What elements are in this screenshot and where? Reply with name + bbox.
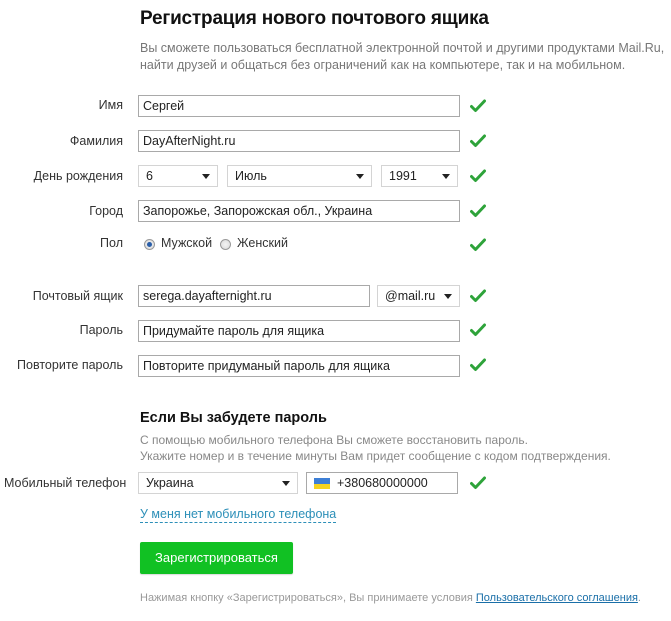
mailbox-domain-value: @mail.ru bbox=[385, 289, 436, 303]
password-repeat-label: Повторите пароль bbox=[17, 358, 123, 372]
ukraine-flag-icon bbox=[314, 478, 330, 489]
mailbox-valid-check-icon bbox=[470, 289, 486, 303]
page-title: Регистрация нового почтового ящика bbox=[140, 8, 489, 29]
gender-male-label[interactable]: Мужской bbox=[161, 236, 212, 250]
terms-link[interactable]: Пользовательского соглашения bbox=[476, 592, 638, 604]
password-valid-check-icon bbox=[470, 323, 486, 337]
last-name-valid-check-icon bbox=[470, 134, 486, 148]
phone-label: Мобильный телефон bbox=[4, 476, 127, 490]
phone-country-value: Украина bbox=[146, 476, 194, 490]
recovery-help-line-1: С помощью мобильного телефона Вы сможете… bbox=[140, 433, 528, 447]
password-label: Пароль bbox=[79, 323, 123, 337]
chevron-down-icon bbox=[282, 481, 290, 486]
gender-female-label[interactable]: Женский bbox=[237, 236, 288, 250]
birthday-month-value: Июль bbox=[235, 169, 267, 183]
birthday-year-value: 1991 bbox=[389, 169, 417, 183]
mailbox-domain-select[interactable]: @mail.ru bbox=[377, 285, 460, 307]
mailbox-input[interactable]: serega.dayafternight.ru bbox=[138, 285, 370, 307]
terms-end: . bbox=[637, 592, 641, 604]
phone-country-select[interactable]: Украина bbox=[138, 472, 298, 494]
phone-valid-check-icon bbox=[470, 476, 486, 490]
recovery-heading: Если Вы забудете пароль bbox=[140, 410, 327, 426]
no-phone-link[interactable]: У меня нет мобильного телефона bbox=[140, 507, 337, 523]
chevron-down-icon bbox=[442, 174, 450, 179]
chevron-down-icon bbox=[356, 174, 364, 179]
recovery-help: С помощью мобильного телефона Вы сможете… bbox=[140, 432, 611, 464]
chevron-down-icon bbox=[202, 174, 210, 179]
subtitle-line-2: найти друзей и общаться без ограничений … bbox=[140, 58, 626, 72]
phone-value: +380680000000 bbox=[337, 476, 428, 490]
birthday-label: День рождения bbox=[33, 169, 123, 183]
gender-label: Пол bbox=[100, 236, 123, 250]
subtitle-line-1: Вы сможете пользоваться бесплатной элект… bbox=[140, 41, 665, 55]
first-name-valid-check-icon bbox=[470, 99, 486, 113]
city-valid-check-icon bbox=[470, 204, 486, 218]
password-input[interactable]: Придумайте пароль для ящика bbox=[138, 320, 460, 342]
first-name-label: Имя bbox=[98, 98, 123, 112]
birthday-valid-check-icon bbox=[470, 169, 486, 183]
password-repeat-valid-check-icon bbox=[470, 358, 486, 372]
gender-valid-check-icon bbox=[470, 238, 486, 252]
city-input[interactable]: Запорожье, Запорожская обл., Украина bbox=[138, 200, 460, 222]
gender-male-radio[interactable] bbox=[144, 239, 155, 250]
terms-text: Нажимая кнопку «Зарегистрироваться», Вы … bbox=[140, 592, 476, 604]
page-subtitle: Вы сможете пользоваться бесплатной элект… bbox=[140, 40, 664, 74]
birthday-day-select[interactable]: 6 bbox=[138, 165, 218, 187]
city-label: Город bbox=[89, 204, 123, 218]
first-name-input[interactable]: Сергей bbox=[138, 95, 460, 117]
birthday-day-value: 6 bbox=[146, 169, 153, 183]
phone-input[interactable]: +380680000000 bbox=[306, 472, 458, 494]
chevron-down-icon bbox=[444, 294, 452, 299]
gender-female-radio[interactable] bbox=[220, 239, 231, 250]
terms-notice: Нажимая кнопку «Зарегистрироваться», Вы … bbox=[140, 592, 641, 604]
mailbox-label: Почтовый ящик bbox=[32, 289, 123, 303]
password-repeat-input[interactable]: Повторите придуманый пароль для ящика bbox=[138, 355, 460, 377]
recovery-help-line-2: Укажите номер и в течение минуты Вам при… bbox=[140, 449, 611, 463]
last-name-label: Фамилия bbox=[69, 134, 123, 148]
last-name-input[interactable]: DayAfterNight.ru bbox=[138, 130, 460, 152]
birthday-month-select[interactable]: Июль bbox=[227, 165, 372, 187]
birthday-year-select[interactable]: 1991 bbox=[381, 165, 458, 187]
register-button[interactable]: Зарегистрироваться bbox=[140, 542, 293, 574]
